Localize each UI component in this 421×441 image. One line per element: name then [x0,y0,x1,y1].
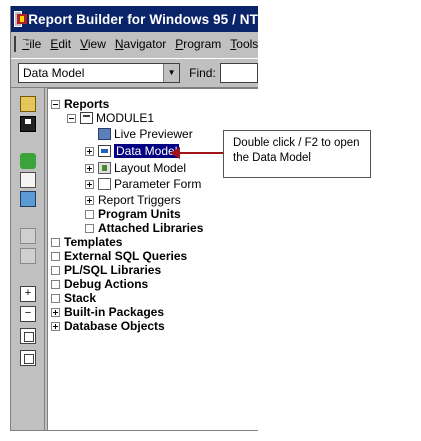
system-menu-icon[interactable] [14,36,26,52]
preview-icon[interactable] [20,191,36,207]
app-icon[interactable] [14,11,28,27]
tree-node-program-units[interactable]: Program Units [85,207,181,221]
run-icon[interactable] [20,153,36,169]
tree-node-debug-actions[interactable]: Debug Actions [51,277,148,291]
title-bar[interactable]: Report Builder for Windows 95 / NT [11,6,258,32]
tree-node-builtin-packages[interactable]: Built-in Packages [51,305,164,319]
report-builder-window: Report Builder for Windows 95 / NT File … [10,6,258,431]
report-module-icon [80,112,93,124]
navigator-toolbar: Data Model ▼ Find: [11,58,258,88]
tree-node-stack[interactable]: Stack [51,291,96,305]
menu-program[interactable]: Program [175,37,221,51]
menu-bar: File Edit View Navigator Program Tools [11,33,258,55]
expand-icon[interactable] [85,146,94,156]
tree-node-external-sql[interactable]: External SQL Queries [51,249,187,263]
tree-node-reports[interactable]: Reports [51,97,109,111]
data-model-icon [98,145,111,157]
chevron-down-icon[interactable]: ▼ [163,64,180,82]
delete-icon[interactable] [20,248,36,264]
combo-value: Data Model [23,66,85,80]
collapse-icon[interactable] [51,99,60,109]
empty-node-icon [51,279,60,289]
empty-node-icon [51,265,60,275]
parameter-form-icon [98,178,111,190]
collapse-all-icon[interactable] [20,350,36,366]
expand-icon[interactable] [85,163,94,173]
empty-node-icon [85,209,94,219]
expand-all-icon[interactable] [20,328,36,344]
empty-node-icon [51,237,60,247]
vertical-toolbar: + − [11,88,45,430]
expand-icon[interactable] [51,307,60,317]
tree-node-data-model[interactable]: Data Model [85,144,180,158]
annotation-callout: Double click / F2 to open the Data Model [223,130,371,178]
expand-icon[interactable] [51,321,60,331]
callout-text: Double click / F2 to open the Data Model [233,137,360,164]
tree-node-live-previewer[interactable]: Live Previewer [98,127,193,141]
tree-node-templates[interactable]: Templates [51,235,122,249]
empty-node-icon [51,293,60,303]
tree-node-parameter-form[interactable]: Parameter Form [85,177,201,191]
tree-node-plsql-libraries[interactable]: PL/SQL Libraries [51,263,161,277]
menu-tools[interactable]: Tools [230,37,258,51]
window-title: Report Builder for Windows 95 / NT [28,11,258,27]
layout-model-icon [98,162,111,174]
tree-node-layout-model[interactable]: Layout Model [85,161,186,175]
callout-arrow-icon [170,147,224,159]
open-icon[interactable] [20,96,36,112]
save-icon[interactable] [20,116,36,132]
create-icon[interactable] [20,228,36,244]
empty-node-icon [51,251,60,261]
empty-node-icon [85,223,94,233]
find-input[interactable] [219,63,258,83]
menu-navigator[interactable]: Navigator [115,37,166,51]
expand-icon[interactable] [85,179,94,189]
tree-node-database-objects[interactable]: Database Objects [51,319,165,333]
tree-node-module1[interactable]: MODULE1 [67,111,154,125]
print-icon[interactable] [20,172,36,188]
object-type-combo[interactable]: Data Model ▼ [18,63,181,83]
menu-edit[interactable]: Edit [50,37,71,51]
expand-icon[interactable] [85,195,94,205]
tree-node-attached-libraries[interactable]: Attached Libraries [85,221,203,235]
live-previewer-icon [98,128,111,140]
collapse-icon[interactable] [67,113,76,123]
tree-node-report-triggers[interactable]: Report Triggers [85,193,181,207]
menu-view[interactable]: View [80,37,106,51]
expand-icon[interactable]: + [20,286,36,302]
find-label: Find: [189,66,216,80]
collapse-icon[interactable]: − [20,306,36,322]
